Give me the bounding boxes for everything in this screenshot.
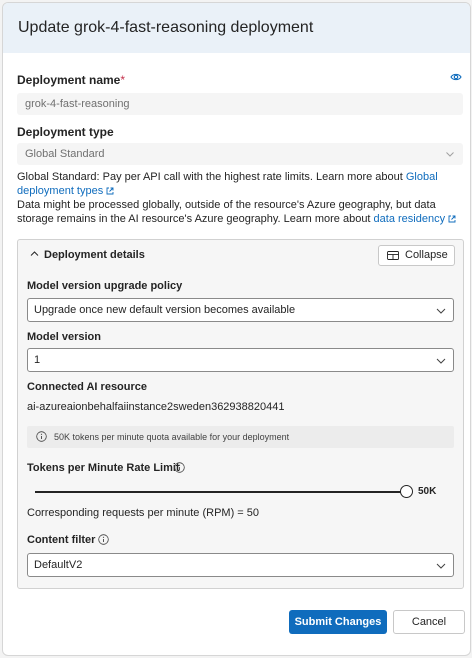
rate-limit-slider-track[interactable] [35, 491, 406, 493]
rpm-text: Corresponding requests per minute (RPM) … [27, 507, 260, 519]
model-version-label: Model version [27, 331, 101, 343]
data-residency-link[interactable]: data residency [374, 213, 446, 225]
info-icon [36, 431, 47, 442]
external-link-icon[interactable] [448, 215, 456, 223]
content-filter-label: Content filter [27, 534, 95, 546]
dialog-title: Update grok-4-fast-reasoning deployment [18, 19, 314, 36]
eye-icon[interactable] [450, 72, 462, 82]
required-mark: * [120, 73, 126, 87]
update-deployment-dialog: Update grok-4-fast-reasoning deployment … [2, 2, 471, 656]
deployment-details-title: Deployment details [44, 249, 145, 261]
deployment-type-select[interactable]: Global Standard [17, 143, 463, 165]
deployment-details-section: Deployment details Collapse Model versio… [17, 239, 464, 589]
info-icon[interactable] [98, 534, 109, 545]
global-standard-description: Global Standard: Pay per API call with t… [17, 171, 406, 183]
collapse-icon [387, 251, 399, 260]
external-link-icon[interactable] [106, 187, 114, 195]
rate-limit-value: 50K [418, 486, 437, 497]
info-icon[interactable] [174, 462, 185, 473]
cancel-button[interactable]: Cancel [393, 610, 465, 634]
quota-notice: 50K tokens per minute quota available fo… [27, 426, 454, 448]
dialog-header: Update grok-4-fast-reasoning deployment [3, 3, 470, 53]
deployment-name-label: Deployment name* [17, 73, 125, 87]
connected-resource-label: Connected AI resource [27, 381, 148, 393]
model-version-dropdown[interactable]: 1 [27, 348, 454, 372]
deployment-type-value: Global Standard [25, 148, 105, 160]
chevron-up-icon [30, 251, 39, 256]
collapse-button[interactable]: Collapse [378, 245, 455, 266]
chevron-down-icon [436, 563, 446, 569]
submit-changes-button[interactable]: Submit Changes [289, 610, 387, 634]
chevron-down-icon [446, 152, 454, 157]
content-filter-value: DefaultV2 [34, 559, 83, 571]
deployment-name-label-text: Deployment name [17, 73, 121, 87]
content-filter-label-text: Content filter [27, 534, 96, 546]
chevron-down-icon [436, 308, 446, 314]
rate-limit-label-text: Tokens per Minute Rate Limit [27, 462, 180, 474]
content-filter-dropdown[interactable]: DefaultV2 [27, 553, 454, 577]
rate-limit-slider-thumb[interactable] [400, 485, 413, 498]
upgrade-policy-dropdown[interactable]: Upgrade once new default version becomes… [27, 298, 454, 322]
deployment-name-field[interactable]: grok-4-fast-reasoning [17, 93, 463, 115]
model-version-value: 1 [34, 354, 41, 366]
quota-notice-text: 50K tokens per minute quota available fo… [54, 432, 290, 442]
chevron-down-icon [436, 358, 446, 364]
collapse-label: Collapse [405, 249, 448, 261]
deployment-type-label: Deployment type [17, 125, 114, 139]
rate-limit-label: Tokens per Minute Rate Limit [27, 462, 180, 474]
upgrade-policy-label: Model version upgrade policy [27, 280, 183, 292]
deployment-type-description: Global Standard: Pay per API call with t… [17, 170, 463, 226]
connected-resource-value: ai-azureaionbehalfaiinstance2sweden36293… [27, 401, 285, 413]
upgrade-policy-value: Upgrade once new default version becomes… [34, 304, 296, 316]
deployment-details-toggle[interactable]: Deployment details [30, 249, 145, 261]
